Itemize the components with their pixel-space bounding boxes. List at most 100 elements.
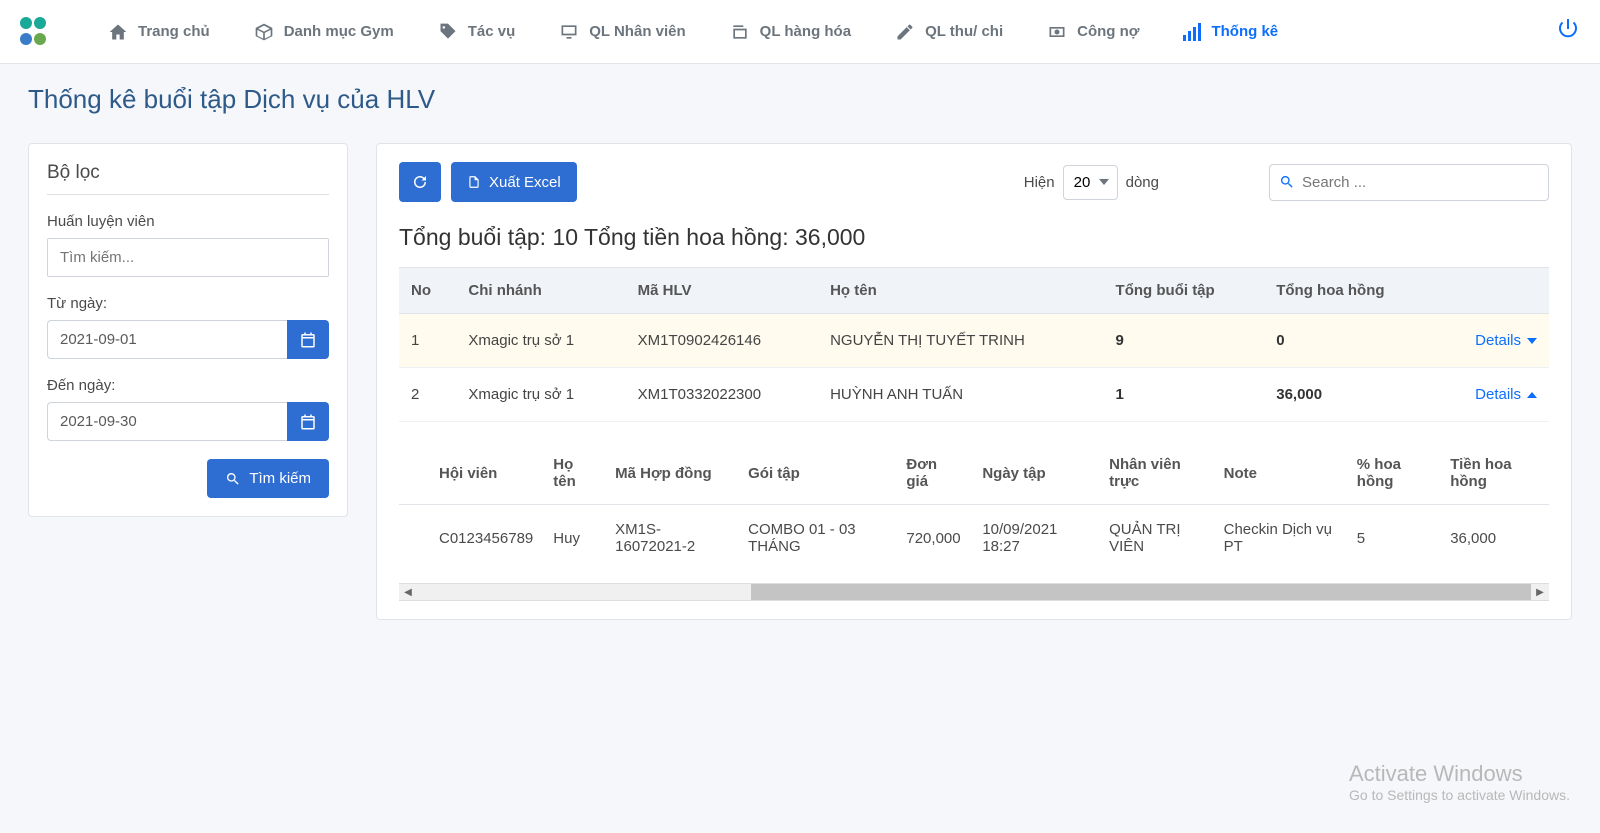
th-branch: Chi nhánh: [456, 268, 625, 314]
nav-stats[interactable]: Thống kê: [1165, 6, 1296, 58]
monitor-icon: [559, 22, 579, 42]
nav-debt[interactable]: Công nợ: [1029, 6, 1157, 58]
cell-name: NGUYỄN THỊ TUYẾT TRINH: [818, 314, 1103, 368]
nav-label: Thống kê: [1211, 23, 1278, 40]
nav-label: QL Nhân viên: [589, 23, 685, 40]
money-icon: [1047, 22, 1067, 42]
dcell-price: 720,000: [896, 505, 972, 572]
toolbar: Xuất Excel Hiện 20 dòng: [399, 162, 1549, 202]
filter-title: Bộ lọc: [47, 162, 329, 195]
navbar: Trang chủ Danh mục Gym Tác vụ QL Nhân vi…: [0, 0, 1600, 64]
tag-icon: [438, 22, 458, 42]
nav-label: QL hàng hóa: [760, 23, 851, 40]
rows-prefix: Hiện: [1024, 174, 1055, 191]
nav-label: Trang chủ: [138, 23, 210, 40]
th-commission: Tổng hoa hồng: [1264, 268, 1437, 314]
cell-sessions: 9: [1104, 314, 1265, 368]
trainer-label: Huấn luyện viên: [47, 213, 329, 230]
dth-contract: Mã Hợp đồng: [605, 442, 738, 505]
th-no: No: [399, 268, 456, 314]
cell-commission: 0: [1264, 314, 1437, 368]
dth-staff: Nhân viên trực: [1099, 442, 1213, 505]
nav-staff[interactable]: QL Nhân viên: [541, 6, 703, 58]
box-icon: [254, 22, 274, 42]
dth-percent: % hoa hồng: [1347, 442, 1440, 505]
cell-branch: Xmagic trụ sở 1: [456, 368, 625, 422]
horizontal-scrollbar[interactable]: ◀ ▶: [399, 583, 1549, 601]
scroll-right-arrow[interactable]: ▶: [1531, 584, 1549, 600]
dth-fullname: Họ tên: [543, 442, 605, 505]
nav-finance[interactable]: QL thu/ chi: [877, 6, 1021, 58]
logo: [20, 17, 50, 47]
dcell-contract: XM1S-16072021-2: [605, 505, 738, 572]
dcell-fullname: Huy: [543, 505, 605, 572]
dcell-staff: QUẢN TRỊ VIÊN: [1099, 505, 1213, 572]
table-search-input[interactable]: [1269, 164, 1549, 201]
power-button[interactable]: [1556, 17, 1580, 46]
nav-label: Tác vụ: [468, 23, 516, 40]
nav-label: Công nợ: [1077, 23, 1139, 40]
th-sessions: Tổng buổi tập: [1104, 268, 1265, 314]
dth-date: Ngày tập: [972, 442, 1099, 505]
dth-member: Hội viên: [429, 442, 543, 505]
edit-icon: [895, 22, 915, 42]
home-icon: [108, 22, 128, 42]
dcell-amount: 36,000: [1440, 505, 1549, 572]
main-table: No Chi nhánh Mã HLV Họ tên Tổng buổi tập…: [399, 267, 1549, 422]
search-icon: [225, 471, 241, 487]
windows-watermark: Activate Windows Go to Settings to activ…: [1349, 761, 1570, 803]
chart-icon: [1183, 23, 1201, 41]
dcell-member: C0123456789: [429, 505, 543, 572]
nav-tasks[interactable]: Tác vụ: [420, 6, 534, 58]
from-date-input[interactable]: [47, 320, 287, 359]
content-area: Bộ lọc Huấn luyện viên Từ ngày: Đến ngày…: [0, 131, 1600, 648]
to-date-label: Đến ngày:: [47, 377, 329, 394]
dcell-percent: 5: [1347, 505, 1440, 572]
page-title: Thống kê buổi tập Dịch vụ của HLV: [0, 64, 1600, 131]
to-date-input[interactable]: [47, 402, 287, 441]
cell-sessions: 1: [1104, 368, 1265, 422]
details-toggle[interactable]: Details: [1475, 386, 1537, 403]
scroll-thumb[interactable]: [751, 584, 1531, 600]
nav-gym[interactable]: Danh mục Gym: [236, 6, 412, 58]
nav-goods[interactable]: QL hàng hóa: [712, 6, 869, 58]
calendar-icon: [299, 413, 317, 431]
chevron-down-icon: [1527, 338, 1537, 344]
nav-label: QL thu/ chi: [925, 23, 1003, 40]
from-date-label: Từ ngày:: [47, 295, 329, 312]
filter-panel: Bộ lọc Huấn luyện viên Từ ngày: Đến ngày…: [28, 143, 348, 517]
cell-code: XM1T0902426146: [626, 314, 818, 368]
calendar-icon: [299, 331, 317, 349]
dcell-date: 10/09/2021 18:27: [972, 505, 1099, 572]
dth-note: Note: [1214, 442, 1347, 505]
refresh-button[interactable]: [399, 162, 441, 202]
dth-amount: Tiền hoa hồng: [1440, 442, 1549, 505]
summary-text: Tổng buổi tập: 10 Tổng tiền hoa hồng: 36…: [399, 224, 1549, 251]
th-name: Họ tên: [818, 268, 1103, 314]
details-toggle[interactable]: Details: [1475, 332, 1537, 349]
nav-home[interactable]: Trang chủ: [90, 6, 228, 58]
cell-code: XM1T0332022300: [626, 368, 818, 422]
scroll-left-arrow[interactable]: ◀: [399, 584, 417, 600]
power-icon: [1556, 17, 1580, 41]
detail-table: Hội viên Họ tên Mã Hợp đồng Gói tập Đơn …: [399, 442, 1549, 571]
rows-per-page: Hiện 20 dòng: [1024, 165, 1159, 200]
from-date-picker-button[interactable]: [287, 320, 329, 359]
cell-no: 2: [399, 368, 456, 422]
export-excel-button[interactable]: Xuất Excel: [451, 162, 577, 202]
main-panel: Xuất Excel Hiện 20 dòng Tổng buổi tập: 1…: [376, 143, 1572, 620]
cell-commission: 36,000: [1264, 368, 1437, 422]
trainer-input[interactable]: [47, 238, 329, 277]
table-row: 2 Xmagic trụ sở 1 XM1T0332022300 HUỲNH A…: [399, 368, 1549, 422]
export-label: Xuất Excel: [489, 174, 561, 191]
to-date-picker-button[interactable]: [287, 402, 329, 441]
cell-name: HUỲNH ANH TUẤN: [818, 368, 1103, 422]
filter-search-button[interactable]: Tìm kiếm: [207, 459, 329, 498]
search-btn-label: Tìm kiếm: [249, 470, 311, 487]
cell-no: 1: [399, 314, 456, 368]
detail-row: C0123456789 Huy XM1S-16072021-2 COMBO 01…: [399, 505, 1549, 572]
table-row: 1 Xmagic trụ sở 1 XM1T0902426146 NGUYỄN …: [399, 314, 1549, 368]
rows-select[interactable]: 20: [1063, 165, 1118, 200]
goods-icon: [730, 22, 750, 42]
chevron-up-icon: [1527, 392, 1537, 398]
